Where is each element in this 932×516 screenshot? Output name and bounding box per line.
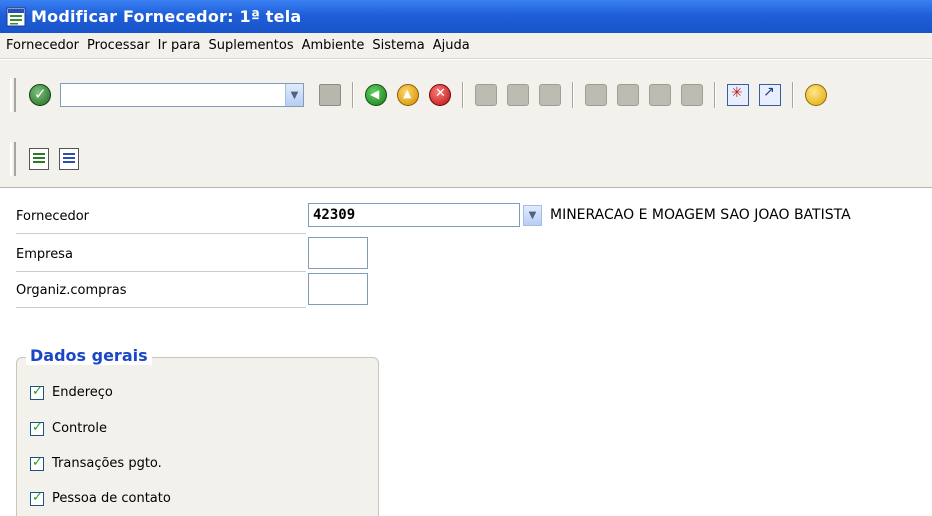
toolbar-separator bbox=[572, 82, 574, 108]
first-page-icon[interactable] bbox=[585, 84, 607, 106]
shortcut-icon[interactable] bbox=[759, 84, 781, 106]
save-icon[interactable] bbox=[319, 84, 341, 106]
checkbox-label: Transações pgto. bbox=[52, 456, 162, 471]
window-title: Modificar Fornecedor: 1ª tela bbox=[31, 7, 302, 26]
checkbox-transacoes-pgto[interactable]: Transações pgto. bbox=[30, 455, 162, 471]
command-field[interactable]: ▼ bbox=[60, 83, 304, 107]
purch-org-label: Organiz.compras bbox=[16, 282, 127, 298]
application-toolbar bbox=[0, 130, 932, 188]
create-session-icon[interactable] bbox=[727, 84, 749, 106]
purch-org-input[interactable] bbox=[308, 273, 368, 305]
vendor-row: Fornecedor bbox=[16, 199, 306, 233]
row-divider bbox=[16, 271, 306, 272]
menu-ambiente[interactable]: Ambiente bbox=[300, 38, 371, 53]
checkbox-icon[interactable] bbox=[30, 384, 44, 400]
menu-fornecedor[interactable]: Fornecedor bbox=[4, 38, 85, 53]
menu-ir-para[interactable]: Ir para bbox=[156, 38, 207, 53]
standard-toolbar: ▼ bbox=[0, 60, 932, 130]
menu-ajuda[interactable]: Ajuda bbox=[431, 38, 476, 53]
company-input[interactable] bbox=[308, 237, 368, 269]
previous-page-icon[interactable] bbox=[617, 84, 639, 106]
menu-bar: Fornecedor Processar Ir para Suplementos… bbox=[0, 33, 932, 59]
vendor-label: Fornecedor bbox=[16, 208, 90, 224]
toolbar-separator bbox=[792, 82, 794, 108]
next-page-icon[interactable] bbox=[649, 84, 671, 106]
chevron-down-icon[interactable]: ▼ bbox=[285, 84, 303, 106]
company-label: Empresa bbox=[16, 246, 73, 262]
checkbox-endereco[interactable]: Endereço bbox=[30, 384, 113, 400]
toolbar-separator bbox=[462, 82, 464, 108]
checkbox-icon[interactable] bbox=[30, 420, 44, 436]
checkbox-pessoa-contato[interactable]: Pessoa de contato bbox=[30, 490, 171, 506]
help-icon[interactable] bbox=[805, 84, 827, 106]
print-icon[interactable] bbox=[475, 84, 497, 106]
toolbar-separator bbox=[714, 82, 716, 108]
checkbox-icon[interactable] bbox=[30, 455, 44, 471]
exit-icon[interactable] bbox=[397, 84, 419, 106]
back-icon[interactable] bbox=[365, 84, 387, 106]
vendor-name: MINERACAO E MOAGEM SAO JOAO BATISTA bbox=[550, 207, 851, 223]
checkbox-label: Controle bbox=[52, 421, 107, 436]
check-icon[interactable] bbox=[29, 84, 51, 106]
command-input[interactable] bbox=[61, 84, 285, 106]
vendor-chevron-down-icon[interactable]: ▼ bbox=[523, 205, 542, 226]
vendor-input[interactable]: 42309 bbox=[308, 203, 520, 227]
checkbox-label: Pessoa de contato bbox=[52, 491, 171, 506]
find-icon[interactable] bbox=[507, 84, 529, 106]
menu-processar[interactable]: Processar bbox=[85, 38, 156, 53]
window-app-icon bbox=[6, 7, 26, 27]
menu-sistema[interactable]: Sistema bbox=[370, 38, 430, 53]
checkbox-label: Endereço bbox=[52, 385, 113, 400]
purch-org-row: Organiz.compras bbox=[16, 273, 306, 307]
row-divider bbox=[16, 307, 306, 308]
list-blue-icon[interactable] bbox=[59, 147, 79, 170]
last-page-icon[interactable] bbox=[681, 84, 703, 106]
checkbox-icon[interactable] bbox=[30, 490, 44, 506]
vendor-form: Fornecedor 42309 ▼ MINERACAO E MOAGEM SA… bbox=[0, 189, 932, 516]
vendor-input-value: 42309 bbox=[313, 207, 356, 223]
toolbar-separator bbox=[352, 82, 354, 108]
checkbox-controle[interactable]: Controle bbox=[30, 420, 107, 436]
find-next-icon[interactable] bbox=[539, 84, 561, 106]
toolbar-grip[interactable] bbox=[10, 141, 16, 176]
menu-suplementos[interactable]: Suplementos bbox=[207, 38, 300, 53]
list-green-icon[interactable] bbox=[29, 147, 49, 170]
title-bar: Modificar Fornecedor: 1ª tela bbox=[0, 0, 932, 33]
toolbar-grip[interactable] bbox=[10, 78, 16, 112]
general-data-title: Dados gerais bbox=[26, 346, 152, 365]
cancel-icon[interactable] bbox=[429, 84, 451, 106]
row-divider bbox=[16, 233, 306, 234]
company-row: Empresa bbox=[16, 237, 306, 271]
